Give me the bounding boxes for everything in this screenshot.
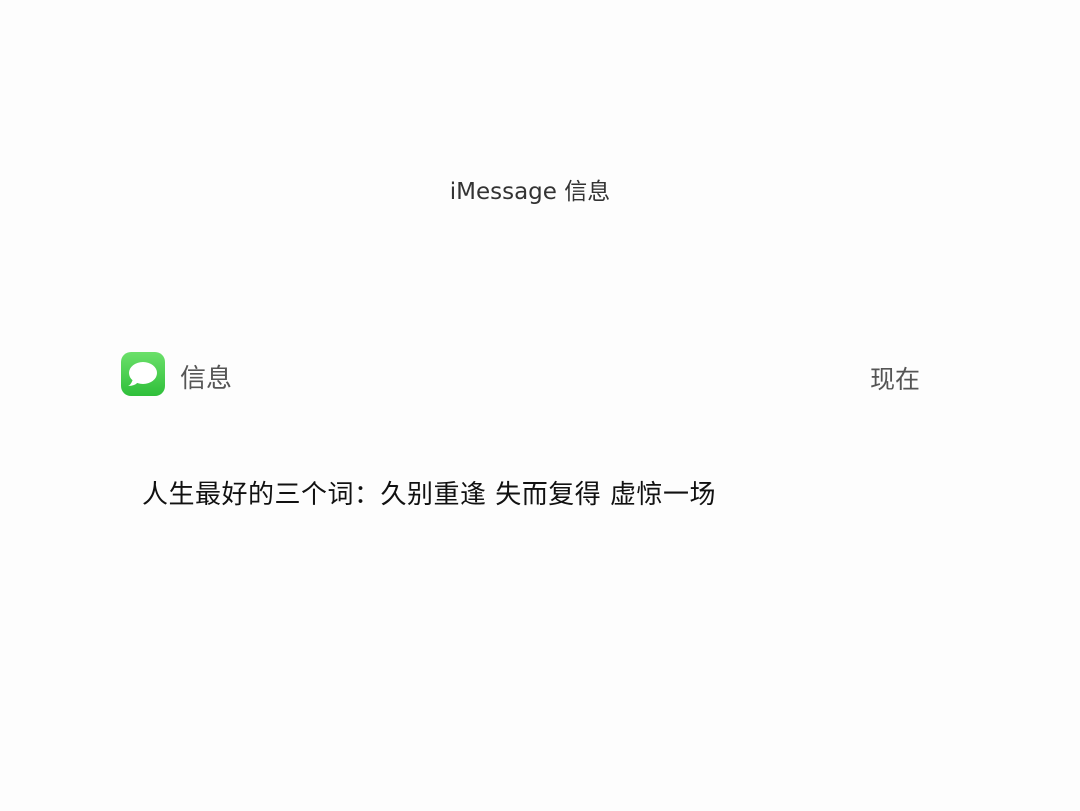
notification-time: 现在: [870, 365, 921, 394]
notification-message: 人生最好的三个词：久别重逢 失而复得 虚惊一场: [142, 480, 717, 510]
page-title: iMessage 信息: [449, 179, 611, 205]
messages-icon: [121, 352, 165, 396]
app-name: 信息: [180, 364, 233, 394]
